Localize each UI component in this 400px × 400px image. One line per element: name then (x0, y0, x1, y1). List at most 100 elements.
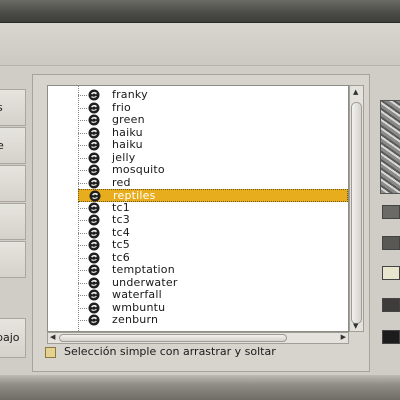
simple-selection-label: Selección simple con arrastrar y soltar (64, 345, 276, 358)
theme-icon (88, 314, 100, 326)
theme-icon (88, 152, 100, 163)
theme-label: haiku (112, 138, 143, 151)
theme-label: wmbuntu (112, 300, 166, 314)
color-swatch[interactable] (382, 330, 400, 344)
window-bottom-edge (0, 375, 400, 400)
theme-row[interactable]: mosquito (48, 163, 348, 177)
tree-branch-line (78, 307, 87, 309)
theme-row[interactable]: zenburn (48, 313, 348, 327)
theme-icon (88, 89, 100, 101)
theme-row[interactable]: tc5 (48, 238, 348, 252)
sidebar-tab-5[interactable] (0, 241, 26, 278)
theme-row[interactable]: tc6 (48, 250, 348, 265)
theme-row[interactable]: temptation (48, 263, 348, 277)
theme-row[interactable]: wmbuntu (48, 300, 348, 315)
window-titlebar (0, 0, 400, 23)
color-swatch[interactable] (382, 298, 400, 312)
theme-label: tc1 (112, 200, 130, 214)
color-swatch[interactable] (382, 236, 400, 250)
tree-branch-line (78, 132, 87, 134)
theme-row[interactable]: haiku (48, 125, 348, 140)
tree-branch-line (78, 182, 87, 184)
tree-branch-line (78, 95, 87, 96)
theme-label: tc6 (112, 250, 130, 264)
color-swatch[interactable] (382, 205, 400, 219)
theme-label: tc3 (112, 213, 130, 226)
color-swatch[interactable] (382, 266, 400, 280)
theme-icon (88, 214, 100, 226)
sidebar: s e bajo (0, 72, 27, 372)
horizontal-scroll-thumb[interactable] (59, 334, 287, 342)
theme-label: jelly (112, 150, 136, 164)
theme-icon (88, 302, 100, 313)
simple-selection-checkbox[interactable] (45, 347, 56, 358)
theme-row[interactable]: tc3 (48, 213, 348, 227)
tree-branch-line (78, 232, 87, 234)
theme-row[interactable]: franky (48, 88, 348, 102)
vertical-scrollbar[interactable]: ▲ ▼ (349, 85, 364, 332)
theme-icon (88, 177, 100, 188)
theme-row[interactable]: tc4 (48, 225, 348, 240)
tree-branch-line (78, 220, 87, 221)
tree-branch-line (78, 170, 87, 171)
sidebar-tab-label: s (0, 101, 3, 114)
theme-label: franky (112, 88, 148, 101)
sidebar-tab-label: bajo (0, 331, 20, 344)
scroll-down-arrow-icon[interactable]: ▼ (353, 322, 358, 330)
theme-label: waterfall (112, 288, 162, 301)
sidebar-tab-3[interactable] (0, 165, 26, 202)
tree-branch-line (78, 270, 87, 271)
tree-branch-line (78, 257, 87, 259)
theme-icon (88, 139, 100, 151)
theme-row[interactable]: red (48, 175, 348, 190)
theme-label: tc4 (112, 225, 130, 239)
theme-icon (88, 239, 100, 251)
theme-row[interactable]: underwater (48, 275, 348, 290)
theme-label: tc5 (112, 238, 130, 251)
theme-icon (88, 264, 100, 276)
vertical-scroll-thumb[interactable] (351, 102, 362, 324)
theme-icon (88, 164, 100, 176)
header-band (0, 23, 400, 66)
theme-label: haiku (112, 125, 143, 139)
sidebar-tab-4[interactable] (0, 203, 26, 240)
theme-label: red (112, 175, 131, 189)
theme-label: underwater (112, 275, 178, 289)
tree-branch-line (78, 320, 87, 321)
tree-branch-line (78, 207, 87, 209)
theme-label: temptation (112, 263, 175, 276)
theme-label: frio (112, 100, 131, 114)
sidebar-tab-1[interactable]: s (0, 89, 26, 126)
tree-branch-line (78, 282, 87, 284)
theme-icon (88, 227, 100, 238)
scroll-right-arrow-icon[interactable]: ▶ (341, 333, 346, 341)
theme-icon (88, 114, 100, 126)
theme-label: green (112, 113, 145, 126)
theme-row[interactable]: tc1 (48, 200, 348, 215)
horizontal-scrollbar[interactable]: ◀ ▶ (47, 332, 349, 344)
theme-label: zenburn (112, 313, 159, 326)
sidebar-tab-label: e (0, 139, 4, 152)
scroll-up-arrow-icon[interactable]: ▲ (353, 88, 358, 96)
theme-row[interactable]: frio (48, 100, 348, 115)
tree-branch-line (78, 120, 87, 121)
sidebar-tab-bajo[interactable]: bajo (0, 318, 26, 358)
theme-row[interactable]: jelly (48, 150, 348, 165)
tree-branch-line (78, 157, 87, 159)
theme-row[interactable]: waterfall (48, 288, 348, 302)
theme-icon (88, 202, 100, 213)
theme-label: mosquito (112, 163, 165, 176)
tree-branch-line (78, 145, 87, 146)
theme-icon (89, 190, 101, 202)
theme-icon (88, 289, 100, 301)
theme-icon (88, 252, 100, 263)
sidebar-tab-2[interactable]: e (0, 127, 26, 164)
theme-icon (88, 102, 100, 113)
theme-list[interactable]: franky frio green haiku haiku jelly mosquito re… (47, 85, 349, 332)
scroll-left-arrow-icon[interactable]: ◀ (50, 333, 55, 341)
tree-branch-line (78, 245, 87, 246)
theme-row[interactable]: haiku (48, 138, 348, 152)
theme-icon (88, 277, 100, 288)
theme-row[interactable]: green (48, 113, 348, 127)
theme-preview-image (380, 100, 400, 194)
